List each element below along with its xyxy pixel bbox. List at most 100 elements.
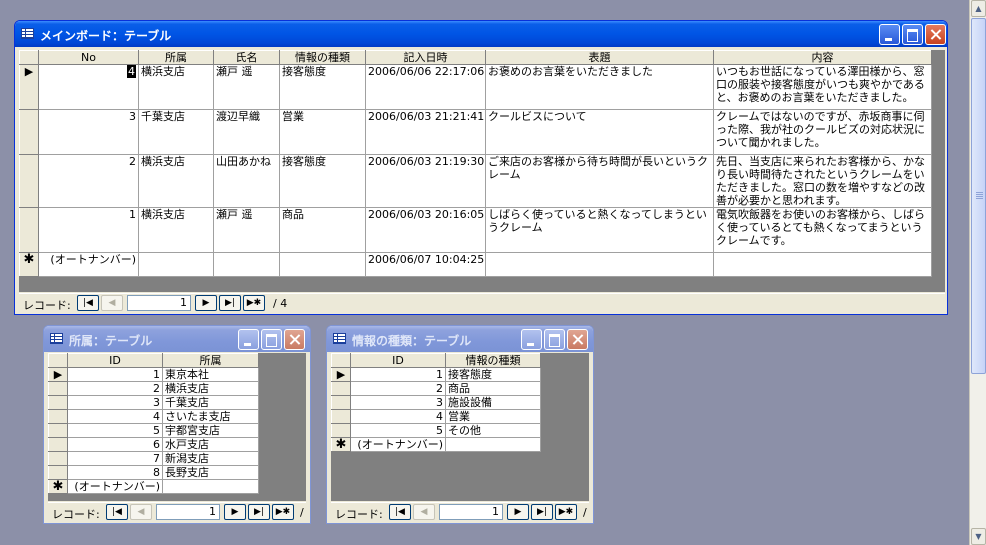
cell-dept[interactable]: 横浜支店 [138,207,214,253]
select-all-corner[interactable] [48,353,68,368]
row-selector[interactable]: ✱ [48,479,68,494]
first-record-button[interactable]: |◀ [77,295,99,311]
column-header-subject[interactable]: 表題 [485,50,714,65]
column-header-date[interactable]: 記入日時 [365,50,486,65]
last-record-button[interactable]: ▶| [248,504,270,520]
current-record-input[interactable]: 1 [156,504,220,520]
table-row[interactable]: 3 千葉支店 [48,395,259,410]
scrollbar-thumb[interactable] [971,18,986,374]
first-record-button[interactable]: |◀ [106,504,128,520]
table-row[interactable]: 2 横浜支店 [48,381,259,396]
column-header-dept[interactable]: 所属 [138,50,214,65]
cell-value[interactable]: 水戸支店 [162,437,259,452]
minimize-button[interactable] [879,24,900,45]
cell-id[interactable]: (オートナンバー) [67,479,163,494]
cell-no[interactable]: (オートナンバー) [38,252,139,277]
row-selector[interactable]: ▶ [331,367,351,382]
close-button[interactable] [567,329,588,350]
table-row[interactable]: ▶ 1 東京本社 [48,367,259,382]
table-row[interactable]: 3 千葉支店 渡辺早織 営業 2006/06/03 21:21:41 クールビスについてク… [19,109,932,155]
first-record-button[interactable]: |◀ [389,504,411,520]
row-selector[interactable] [331,409,351,424]
column-header-kind[interactable]: 情報の種類 [445,353,541,368]
current-record-input[interactable]: 1 [439,504,503,520]
cell-id[interactable]: 4 [350,409,446,424]
cell-subject[interactable]: お褒めのお言葉をいただきました [485,64,714,110]
cell-id[interactable]: 3 [67,395,163,410]
cell-value[interactable] [445,437,541,452]
cell-value[interactable]: 長野支店 [162,465,259,480]
table-row[interactable]: 4 営業 [331,409,541,424]
cell-date[interactable]: 2006/06/07 10:04:25 [365,252,486,277]
info-kind-titlebar[interactable]: 情報の種類：テーブル [327,326,593,352]
current-record-input[interactable]: 1 [127,295,191,311]
cell-id[interactable]: 1 [350,367,446,382]
table-row[interactable]: 4 さいたま支店 [48,409,259,424]
row-selector[interactable]: ✱ [19,252,39,277]
select-all-corner[interactable] [19,50,39,65]
main-board-datasheet[interactable]: No 所属 氏名 情報の種類 記入日時 表題 内容 ▶ 4 横浜支店 瀬戸 遥接客態度… [19,50,945,292]
cell-no[interactable]: 4 [38,64,139,110]
column-header-dept[interactable]: 所属 [162,353,259,368]
table-row[interactable]: 5 宇都宮支店 [48,423,259,438]
cell-id[interactable]: 5 [350,423,446,438]
info-kind-table-window[interactable]: 情報の種類：テーブル ID 情報の種類 ▶ 1 接客態度 2 商品 3 施設設備 4 営業 5 その… [326,325,594,524]
cell-subject[interactable]: クールビスについて [485,109,714,155]
cell-id[interactable]: 8 [67,465,163,480]
column-header-no[interactable]: No [38,50,139,65]
table-row[interactable]: 7 新潟支店 [48,451,259,466]
cell-id[interactable]: 1 [67,367,163,382]
row-selector[interactable] [331,423,351,438]
last-record-button[interactable]: ▶| [531,504,553,520]
table-row[interactable]: ▶ 4 横浜支店 瀬戸 遥接客態度 2006/06/06 22:17:06 お褒めのお言葉… [19,64,932,110]
maximize-button[interactable] [261,329,282,350]
cell-value[interactable]: 接客態度 [445,367,541,382]
table-row[interactable]: 2 商品 [331,381,541,396]
row-selector[interactable]: ▶ [19,64,39,110]
cell-content[interactable]: 電気吹飯器をお使いのお客様から、しばらく使っているとても熱くなってまうというクレ… [713,207,932,253]
maximize-button[interactable] [902,24,923,45]
column-header-kind[interactable]: 情報の種類 [279,50,366,65]
table-row[interactable]: 5 その他 [331,423,541,438]
row-selector[interactable] [48,409,68,424]
dept-datasheet[interactable]: ID 所属 ▶ 1 東京本社 2 横浜支店 3 千葉支店 4 さいたま支店 5 宇都宮支店 6 水戸支店… [48,353,306,501]
minimize-button[interactable] [238,329,259,350]
new-record-button[interactable]: ▶✱ [243,295,265,311]
last-record-button[interactable]: ▶| [219,295,241,311]
cell-date[interactable]: 2006/06/06 22:17:06 [365,64,486,110]
cell-id[interactable]: 2 [67,381,163,396]
cell-kind[interactable] [279,252,366,277]
row-selector[interactable] [19,154,39,208]
cell-content[interactable] [713,252,932,277]
info-kind-datasheet[interactable]: ID 情報の種類 ▶ 1 接客態度 2 商品 3 施設設備 4 営業 5 その他 ✱ (オートナンバー) [331,353,589,501]
main-board-table-window[interactable]: メインボード：テーブル No 所属 氏名 情報の種類 記入日時 表題 内容 ▶ … [14,20,948,315]
cell-id[interactable]: 5 [67,423,163,438]
cell-subject[interactable]: ご来店のお客様から待ち時間が長いというクレーム [485,154,714,208]
cell-value[interactable]: 横浜支店 [162,381,259,396]
row-selector[interactable] [331,381,351,396]
cell-value[interactable]: さいたま支店 [162,409,259,424]
maximize-button[interactable] [544,329,565,350]
previous-record-button[interactable]: ◀ [130,504,152,520]
cell-id[interactable]: 6 [67,437,163,452]
cell-subject[interactable]: しばらく使っていると熱くなってしまうというクレーム [485,207,714,253]
mdi-vertical-scrollbar[interactable]: ▲ ▼ [969,0,986,545]
previous-record-button[interactable]: ◀ [413,504,435,520]
column-header-content[interactable]: 内容 [713,50,932,65]
cell-value[interactable]: その他 [445,423,541,438]
cell-value[interactable]: 商品 [445,381,541,396]
cell-name[interactable]: 瀬戸 遥 [213,64,280,110]
dept-table-window[interactable]: 所属：テーブル ID 所属 ▶ 1 東京本社 2 横浜支店 3 千葉支店 4 さいたま支店 5 宇都… [43,325,311,524]
dept-titlebar[interactable]: 所属：テーブル [44,326,310,352]
cell-value[interactable]: 宇都宮支店 [162,423,259,438]
cell-date[interactable]: 2006/06/03 21:21:41 [365,109,486,155]
new-record-row[interactable]: ✱ (オートナンバー) [48,479,259,494]
cell-id[interactable]: 2 [350,381,446,396]
cell-name[interactable]: 山田あかね [213,154,280,208]
row-selector[interactable] [19,207,39,253]
cell-dept[interactable]: 横浜支店 [138,64,214,110]
cell-kind[interactable]: 商品 [279,207,366,253]
scroll-down-arrow-icon[interactable]: ▼ [971,528,986,545]
cell-id[interactable]: 7 [67,451,163,466]
cell-date[interactable]: 2006/06/03 20:16:05 [365,207,486,253]
